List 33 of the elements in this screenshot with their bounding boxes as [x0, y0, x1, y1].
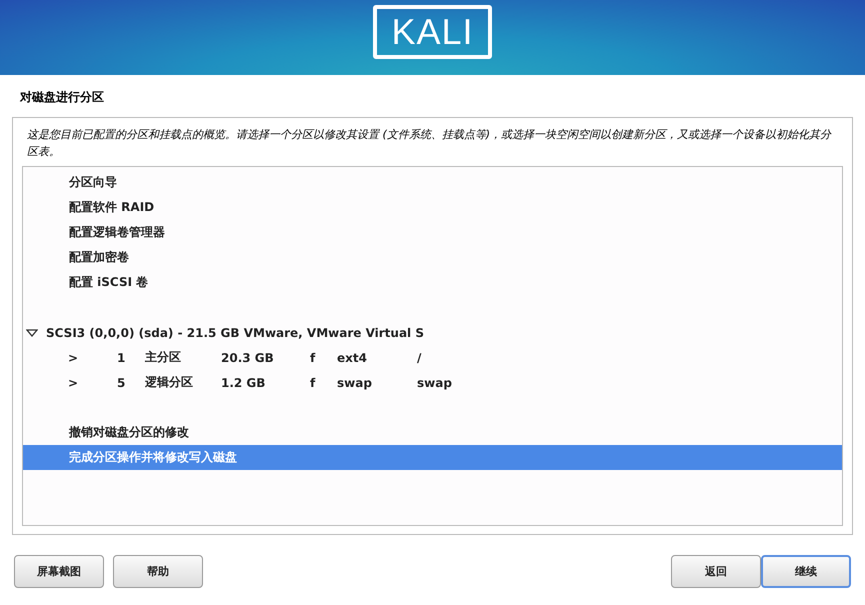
partition-row[interactable]: > 5 逻辑分区 1.2 GB f swap swap [23, 370, 842, 395]
footer-button[interactable]: 继续 [761, 555, 851, 588]
disk-row[interactable]: SCSI3 (0,0,0) (sda) - 21.5 GB VMware, VMware Virtual S [23, 320, 842, 345]
partition-type: 主分区 [145, 349, 182, 366]
partition-type: 逻辑分区 [145, 374, 194, 391]
partition-number: 1 [117, 350, 126, 364]
list-item[interactable]: 配置 iSCSI 卷 [23, 270, 842, 295]
footer-button[interactable]: 帮助 [113, 555, 203, 588]
list-item[interactable]: 完成分区操作并将修改写入磁盘 [23, 445, 842, 470]
mount-point: / [417, 350, 422, 364]
logo: KALI [373, 4, 492, 58]
description: 这是您目前已配置的分区和挂载点的概览。请选择一个分区以修改其设置 (文件系统、挂载点等)，或选择一块空闲空间以创建新分区，又或选择一个设备以初始化其分区表。 [26, 127, 832, 160]
list-item[interactable]: 配置加密卷 [23, 245, 842, 270]
footer-button[interactable]: 屏幕截图 [14, 555, 104, 588]
list-item[interactable]: 配置逻辑卷管理器 [23, 220, 842, 245]
partition-size: 20.3 GB [221, 350, 275, 364]
mount-point: swap [417, 376, 453, 390]
partition-number: 5 [117, 376, 126, 390]
format-label: f [310, 350, 316, 364]
partition-size: 1.2 GB [221, 376, 266, 390]
expand-marker: > [68, 350, 80, 364]
filesystem: swap [337, 376, 373, 390]
list-item[interactable]: 分区向导 [23, 170, 842, 195]
format-label: f [310, 376, 316, 390]
list-item[interactable]: 配置软件 RAID [23, 195, 842, 220]
partition-row[interactable]: > 1 主分区 20.3 GB f ext4 / [23, 345, 842, 370]
page-title: 对磁盘进行分区 [18, 89, 105, 106]
expand-triangle-icon[interactable] [26, 328, 38, 336]
list-item[interactable]: 撤销对磁盘分区的修改 [23, 420, 842, 445]
filesystem: ext4 [337, 350, 368, 364]
footer-button[interactable]: 返回 [671, 555, 761, 588]
disk-label: SCSI3 (0,0,0) (sda) - 21.5 GB VMware, VMware Virtual S [46, 326, 424, 340]
expand-marker: > [68, 376, 80, 390]
